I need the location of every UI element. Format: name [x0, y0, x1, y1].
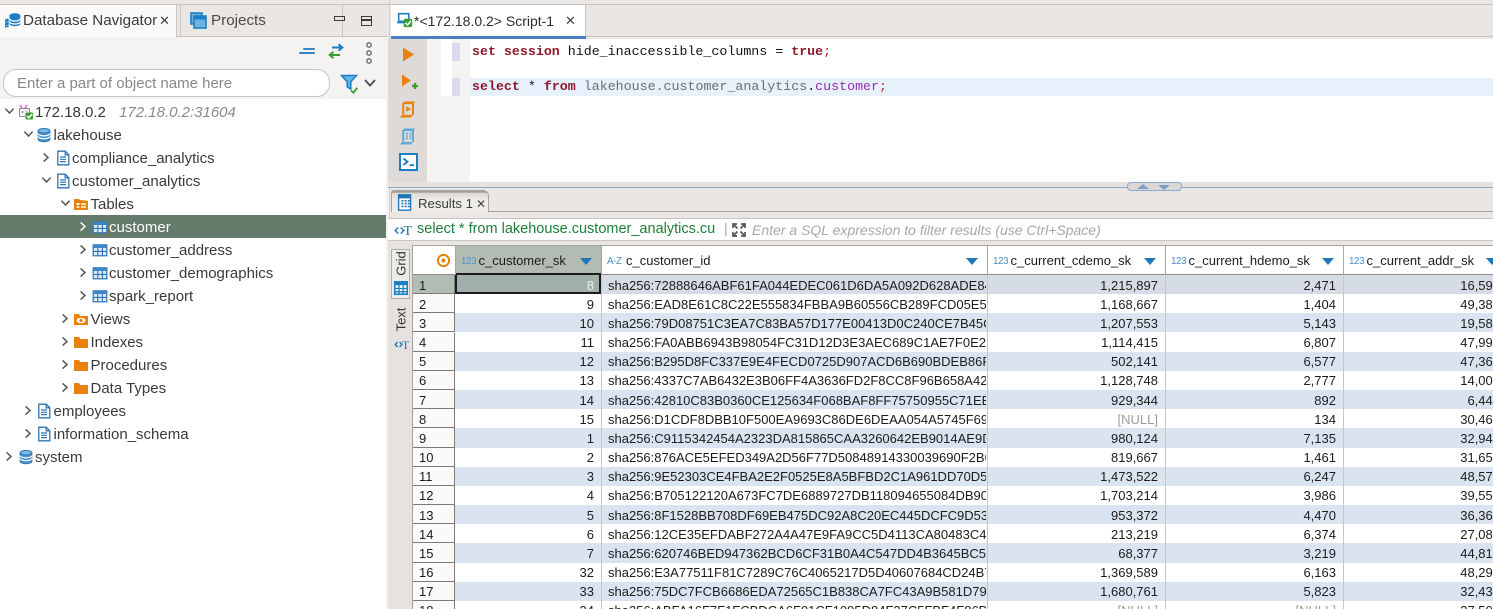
svg-text:T: T [404, 224, 413, 238]
svg-text:T: T [402, 338, 409, 351]
